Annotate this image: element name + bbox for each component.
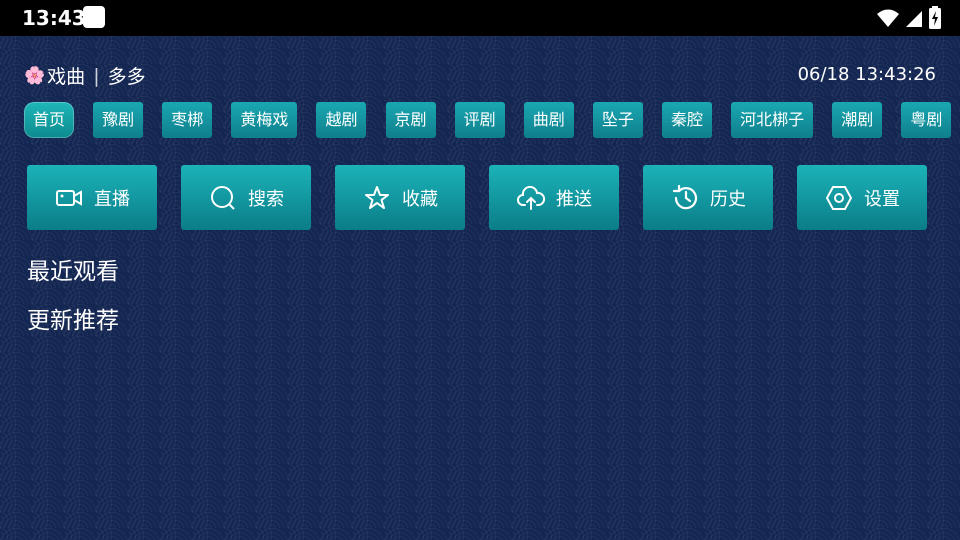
title-separator: | xyxy=(93,64,100,87)
push-label: 推送 xyxy=(556,188,592,210)
tab-quju[interactable]: 曲剧 xyxy=(523,102,574,138)
favorites-button[interactable]: 收藏 xyxy=(335,165,465,230)
wifi-icon xyxy=(877,9,899,27)
live-label: 直播 xyxy=(94,188,130,210)
cloud-upload-icon xyxy=(517,185,546,210)
settings-button[interactable]: 设置 xyxy=(797,165,927,230)
search-label: 搜索 xyxy=(248,188,284,210)
category-tabs: 首页 豫剧 枣梆 黄梅戏 越剧 京剧 评剧 曲剧 坠子 秦腔 河北梆子 潮剧 粤… xyxy=(24,102,960,140)
section-recently-watched: 最近观看 xyxy=(27,259,119,285)
tab-huangmeixi[interactable]: 黄梅戏 xyxy=(231,102,298,138)
tab-jingju[interactable]: 京剧 xyxy=(385,102,436,138)
tab-pingju[interactable]: 评剧 xyxy=(454,102,505,138)
status-time: 13:43 xyxy=(22,6,86,30)
tab-yuju[interactable]: 豫剧 xyxy=(93,102,144,138)
app-name: 戏曲 xyxy=(47,66,86,88)
notification-icon xyxy=(83,6,105,28)
live-button[interactable]: 直播 xyxy=(27,165,157,230)
flower-icon: 🌸 xyxy=(24,65,46,86)
video-camera-icon xyxy=(56,189,82,206)
app-title: 🌸 戏曲 | 多多 xyxy=(24,62,146,89)
tab-home[interactable]: 首页 xyxy=(24,102,75,138)
history-button[interactable]: 历史 xyxy=(643,165,773,230)
search-icon xyxy=(211,185,235,210)
status-icons xyxy=(876,6,942,30)
battery-icon xyxy=(929,6,941,29)
user-name: 多多 xyxy=(107,66,146,88)
status-bar: 13:43 xyxy=(0,0,960,36)
action-bar: 直播 搜索 收藏 推送 历史 设置 xyxy=(27,165,927,230)
tab-zhuizi[interactable]: 坠子 xyxy=(592,102,643,138)
settings-hexagon-icon xyxy=(825,185,853,210)
push-button[interactable]: 推送 xyxy=(489,165,619,230)
history-label: 历史 xyxy=(710,188,746,210)
star-icon xyxy=(365,185,389,209)
tab-zaobang[interactable]: 枣梆 xyxy=(162,102,213,138)
settings-label: 设置 xyxy=(864,188,900,210)
tab-yueju-cantonese[interactable]: 粤剧 xyxy=(901,102,952,138)
history-icon xyxy=(672,184,698,209)
datetime-display: 06/18 13:43:26 xyxy=(797,64,936,85)
signal-icon xyxy=(906,11,922,27)
tab-hebei-bangzi[interactable]: 河北梆子 xyxy=(731,102,814,138)
tab-qinqiang[interactable]: 秦腔 xyxy=(661,102,712,138)
search-button[interactable]: 搜索 xyxy=(181,165,311,230)
section-recommended-updates: 更新推荐 xyxy=(27,308,119,334)
tab-yueju[interactable]: 越剧 xyxy=(316,102,367,138)
favorites-label: 收藏 xyxy=(402,188,438,210)
tab-chaoju[interactable]: 潮剧 xyxy=(832,102,883,138)
